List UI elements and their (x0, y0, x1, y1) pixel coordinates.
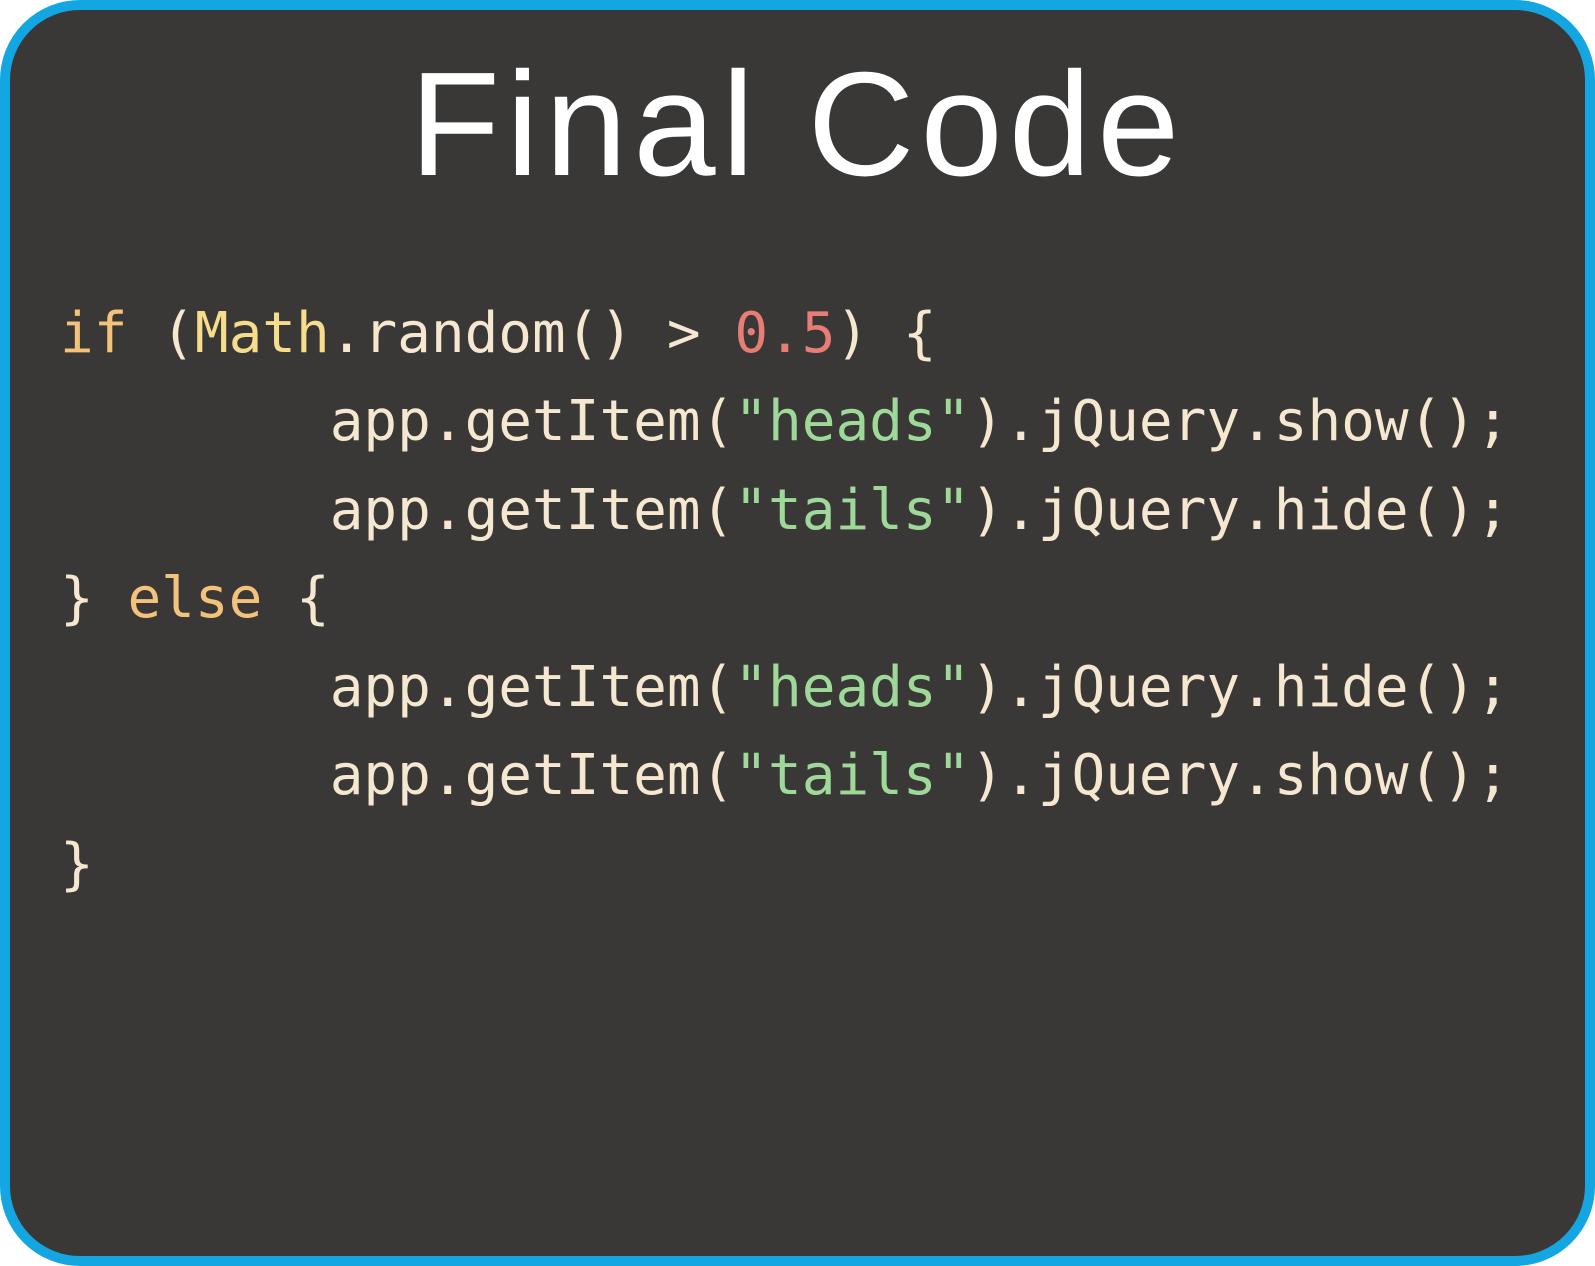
code-string: "tails" (734, 478, 970, 543)
code-text: ).jQuery.hide(); (970, 478, 1509, 543)
card-title: Final Code (60, 40, 1535, 210)
code-text: app.getItem( (330, 389, 735, 454)
code-indent (60, 389, 330, 454)
code-text: app.getItem( (330, 743, 735, 808)
code-indent (60, 743, 330, 808)
code-text: ( (127, 301, 194, 366)
code-class-math: Math (195, 301, 330, 366)
code-text: ) { (835, 301, 936, 366)
code-keyword-else: else (127, 566, 262, 631)
code-indent (60, 478, 330, 543)
code-text: } (60, 566, 127, 631)
code-text: ).jQuery.show(); (970, 389, 1509, 454)
code-number: 0.5 (734, 301, 835, 366)
code-card: Final Code if (Math.random() > 0.5) { ap… (0, 0, 1595, 1266)
code-text: app.getItem( (330, 478, 735, 543)
code-text: { (262, 566, 329, 631)
code-text: .random() > (330, 301, 735, 366)
code-keyword-if: if (60, 301, 127, 366)
code-text: app.getItem( (330, 655, 735, 720)
code-string: "tails" (734, 743, 970, 808)
code-string: "heads" (734, 389, 970, 454)
code-indent (60, 655, 330, 720)
code-text: ).jQuery.hide(); (970, 655, 1509, 720)
code-text: ).jQuery.show(); (970, 743, 1509, 808)
code-text: } (60, 832, 94, 897)
code-string: "heads" (734, 655, 970, 720)
code-block: if (Math.random() > 0.5) { app.getItem("… (60, 290, 1535, 909)
